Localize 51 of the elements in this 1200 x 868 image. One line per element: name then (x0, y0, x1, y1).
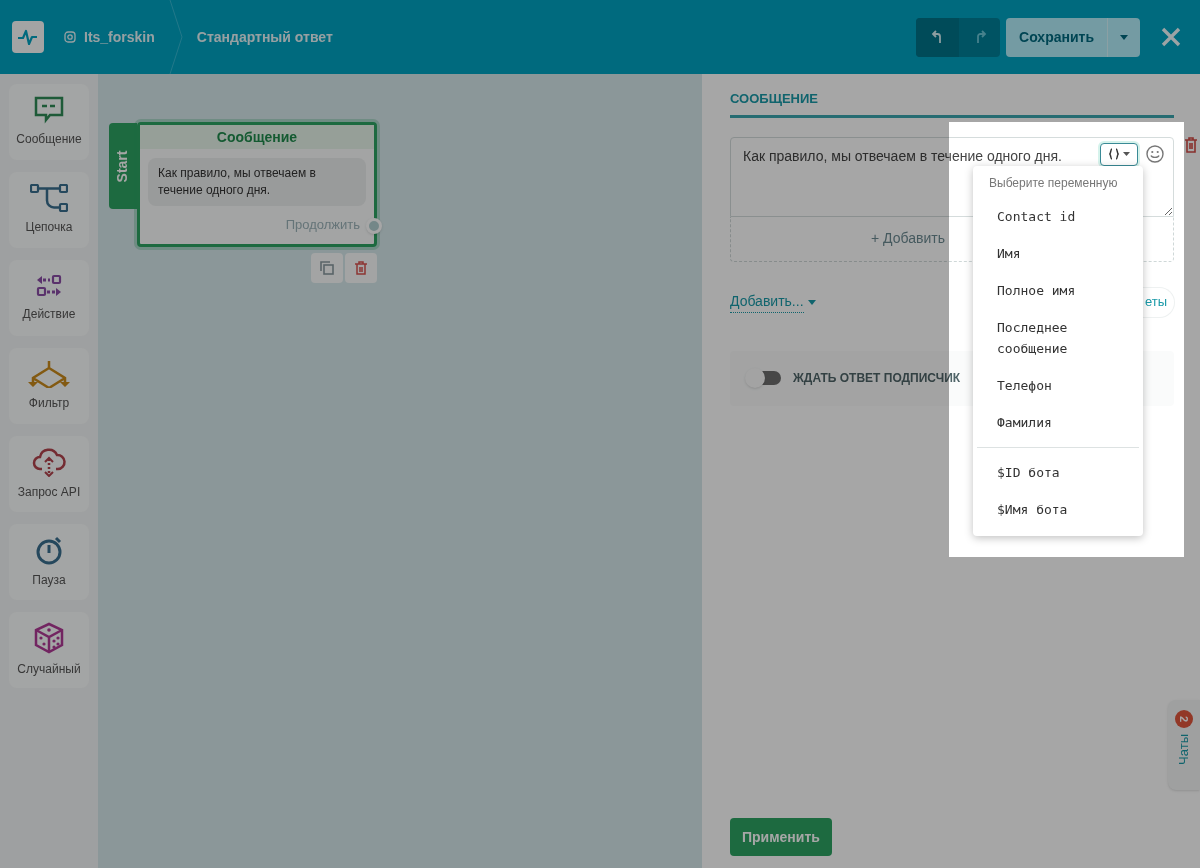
toggle-switch[interactable] (747, 371, 781, 385)
caret-icon (1122, 152, 1130, 156)
breadcrumb-separator-icon (168, 0, 183, 74)
block-tile[interactable]: Фильтр (9, 348, 89, 424)
arrows-exchange-icon (35, 273, 63, 299)
copy-icon (320, 261, 334, 275)
caret-icon (1120, 34, 1128, 40)
apply-button[interactable]: Применить (730, 818, 832, 856)
emoji-icon[interactable] (1146, 144, 1164, 163)
output-connector[interactable] (366, 218, 382, 234)
dropdown-header: Выберите переменную (988, 175, 1119, 192)
split-arrows-icon (27, 360, 71, 388)
variable-option[interactable]: $Имя бота (973, 491, 1143, 528)
variable-button[interactable] (1100, 142, 1138, 166)
variable-option[interactable]: $ID бота (973, 454, 1143, 491)
chat-bubble-icon (34, 96, 64, 124)
section-title: СООБЩЕНИЕ (730, 74, 1174, 118)
copy-button[interactable] (311, 253, 343, 283)
app-logo[interactable] (12, 21, 44, 53)
variable-option[interactable]: Имя (973, 235, 1143, 272)
variable-option[interactable]: Телефон (973, 367, 1143, 404)
close-icon (1161, 27, 1181, 47)
block-tile[interactable]: Действие (9, 260, 89, 336)
trash-icon[interactable] (1184, 136, 1198, 153)
block-tile[interactable]: Пауза (9, 524, 89, 600)
undo-button[interactable] (916, 17, 960, 57)
pulse-icon (17, 28, 39, 46)
stopwatch-icon (35, 535, 63, 565)
cloud-upload-icon (32, 447, 66, 477)
node-title: Сообщение (140, 125, 374, 149)
block-tile[interactable]: Цепочка (9, 172, 89, 248)
variable-option[interactable]: Фамилия (973, 404, 1143, 441)
branch-icon (30, 184, 68, 212)
add-button-link[interactable]: + Добавить (871, 228, 945, 249)
block-tile[interactable]: Сообщение (9, 84, 89, 160)
continue-label: Продолжить (285, 216, 360, 234)
instagram-icon (64, 31, 76, 43)
message-node[interactable]: Сообщение Как правило, мы отвечаем в течение одного дня. Продолжить (137, 122, 377, 247)
message-bubble: Как правило, мы отвечаем в течение одного дня. (148, 158, 366, 206)
chats-badge: 2 (1175, 710, 1193, 728)
caret-icon (807, 299, 816, 305)
delete-button[interactable] (345, 253, 377, 283)
braces-icon (1108, 148, 1119, 160)
trash-icon (354, 261, 368, 275)
breadcrumb-title: Стандартный ответ (196, 27, 333, 47)
block-tile[interactable]: Запрос API (9, 436, 89, 512)
close-button[interactable] (1160, 26, 1182, 48)
add-menu-link[interactable]: Добавить... (730, 291, 804, 313)
chats-tab[interactable]: 2 Чаты (1168, 700, 1200, 790)
dice-icon (33, 622, 65, 654)
block-tile[interactable]: Случайный (9, 612, 89, 688)
